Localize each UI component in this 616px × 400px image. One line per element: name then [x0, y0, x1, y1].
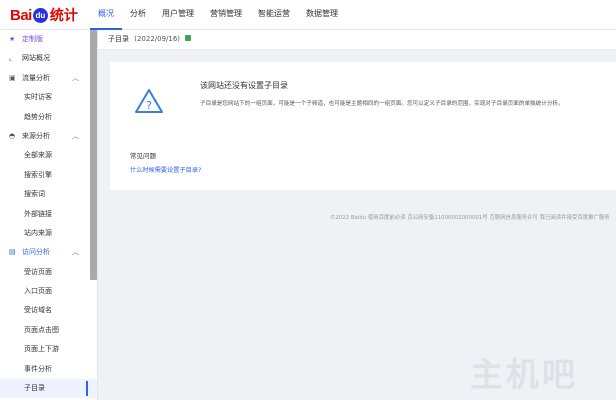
empty-state-card: ? 该网站还没有设置子目录 子目录是您网站下的一组页面，可能是一个子频道，也可能…: [110, 62, 616, 190]
sidebar-group-source[interactable]: ◓ 来源分析 ︿: [0, 127, 97, 146]
nav-user-management[interactable]: 用户管理: [154, 0, 202, 28]
star-icon: ★: [9, 35, 16, 43]
sidebar-item-event-analysis[interactable]: 事件分析: [0, 360, 97, 379]
sidebar-item-label: 定制版: [22, 35, 43, 43]
empty-state-description: 子目录是您网站下的一组页面，可能是一个子频道，也可能是主题相同的一组页面。您可以…: [200, 101, 564, 107]
sidebar-item-overview[interactable]: ⌞ 网站概况: [0, 49, 97, 68]
chevron-up-icon: ︿: [72, 248, 79, 257]
footer: ©2022 Baidu 使用百度前必读 京公网安备11000002000001号…: [330, 215, 610, 221]
page-title: 子目录: [108, 35, 129, 43]
sidebar: ★ 定制版 ⌞ 网站概况 ▣ 流量分析 ︿ 实时访客 趋势分析 ◓ 来源分析 ︿ 全部来…: [0, 30, 98, 400]
sidebar-item-entry-pages[interactable]: 入口页面: [0, 282, 97, 301]
baidu-tongji-logo[interactable]: Bai du 统计: [10, 5, 78, 25]
warning-icon: ?: [135, 89, 163, 113]
empty-state-title: 该网站还没有设置子目录: [200, 81, 288, 90]
sidebar-group-label: 流量分析: [22, 73, 50, 82]
watermark: 主机吧: [470, 355, 578, 394]
source-icon: ◓: [9, 131, 16, 140]
logo-tongji: 统计: [49, 7, 78, 23]
svg-text:?: ?: [146, 99, 152, 112]
traffic-icon: ▣: [9, 73, 16, 82]
sidebar-item-search-terms[interactable]: 搜索词: [0, 185, 97, 204]
sidebar-group-label: 访问分析: [22, 248, 50, 257]
chevron-up-icon: ︿: [72, 131, 79, 140]
sidebar-item-page-click-map[interactable]: 页面点击图: [0, 321, 97, 340]
sidebar-item-visited-domains[interactable]: 受访域名: [0, 301, 97, 320]
sidebar-item-trend-analysis[interactable]: 趋势分析: [0, 108, 97, 127]
status-badge: [185, 35, 192, 41]
sidebar-group-traffic[interactable]: ▣ 流量分析 ︿: [0, 69, 97, 88]
top-bar: Bai du 统计 概况 分析 用户管理 营销管理 智能运营 数据管理: [0, 0, 616, 30]
sidebar-item-label: 网站概况: [22, 54, 50, 63]
sidebar-item-page-flow[interactable]: 页面上下游: [0, 340, 97, 359]
sidebar-group-visit[interactable]: ▤ 访问分析 ︿: [0, 243, 97, 262]
nav-smart-operation[interactable]: 智能运营: [250, 0, 298, 28]
nav-data-management[interactable]: 数据管理: [298, 0, 346, 28]
sidebar-scrollbar[interactable]: [90, 30, 97, 280]
sidebar-group-label: 来源分析: [22, 131, 50, 140]
sidebar-item-all-sources[interactable]: 全部来源: [0, 146, 97, 165]
page-date: (2022/09/16): [134, 35, 181, 43]
nav-analysis[interactable]: 分析: [122, 0, 154, 28]
line-chart-icon: ⌞: [9, 54, 13, 63]
page-title-wrap: 子目录 (2022/09/16): [108, 30, 192, 49]
nav-marketing-management[interactable]: 营销管理: [202, 0, 250, 28]
sidebar-item-internal-sources[interactable]: 站内来源: [0, 224, 97, 243]
visit-icon: ▤: [9, 248, 16, 257]
sidebar-item-visited-pages[interactable]: 受访页面: [0, 263, 97, 282]
logo-paw-icon: du: [32, 7, 48, 23]
top-nav: 概况 分析 用户管理 营销管理 智能运营 数据管理: [90, 0, 346, 30]
faq-link[interactable]: 什么时候需要设置子目录?: [130, 165, 201, 174]
chevron-up-icon: ︿: [72, 73, 79, 82]
sidebar-item-external-links[interactable]: 外部链接: [0, 205, 97, 224]
faq-title: 常见问题: [130, 152, 156, 160]
sidebar-item-search-engine[interactable]: 搜索引擎: [0, 166, 97, 185]
logo-bai: Bai: [10, 6, 32, 24]
page-header: 子目录 (2022/09/16): [98, 30, 616, 50]
sidebar-item-subdirectory[interactable]: 子目录: [0, 379, 97, 399]
sidebar-item-realtime-visitors[interactable]: 实时访客: [0, 88, 97, 107]
sidebar-item-custom[interactable]: ★ 定制版: [0, 30, 97, 49]
nav-overview[interactable]: 概况: [90, 0, 122, 30]
